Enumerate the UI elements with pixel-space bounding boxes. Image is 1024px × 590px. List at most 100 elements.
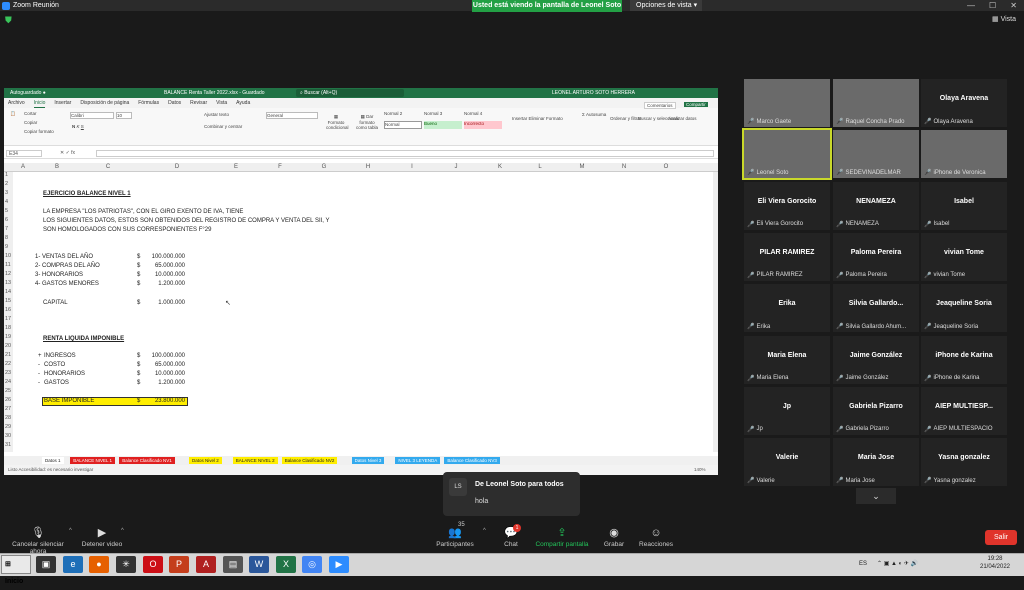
cell-item-value[interactable]: 1.200.000 (143, 380, 185, 386)
gallery-view-button[interactable]: ▦ Vista (992, 14, 1020, 26)
cell-item-label[interactable]: HONORARIOS (44, 371, 85, 377)
cell-item-label[interactable]: COSTO (44, 362, 65, 368)
row-header[interactable]: 9 (5, 244, 8, 250)
ribbon-tab[interactable]: Inicio (33, 98, 46, 108)
file-explorer-icon[interactable]: ▤ (223, 556, 243, 573)
cell-item-currency[interactable]: $ (137, 353, 140, 359)
cell-item-label[interactable]: 1- VENTAS DEL AÑO (35, 254, 93, 260)
participant-tile[interactable]: 🎤 Marco Gaete (744, 79, 830, 127)
style-normal3[interactable]: Normal 3 (424, 111, 462, 119)
bold-button[interactable]: N K S (72, 124, 84, 129)
cell-item-value[interactable]: 10.000.000 (143, 371, 185, 377)
row-header[interactable]: 30 (5, 433, 11, 439)
cell-item-value[interactable]: 100.000.000 (143, 254, 185, 260)
row-header[interactable]: 26 (5, 397, 11, 403)
cell-item-currency[interactable]: $ (137, 380, 140, 386)
column-header[interactable]: D (160, 164, 194, 170)
cell-renta-title[interactable]: RENTA LIQUIDA IMPONIBLE (43, 336, 124, 342)
leave-meeting-button[interactable]: Salir (985, 530, 1017, 545)
ribbon-tab[interactable]: Archivo (8, 98, 25, 108)
zoom-taskbar-icon[interactable]: ▶ (329, 556, 349, 573)
row-header[interactable]: 19 (5, 334, 11, 340)
style-bueno[interactable]: Bueno (424, 121, 462, 129)
style-normal[interactable]: Normal (384, 121, 422, 129)
column-header[interactable]: J (436, 164, 476, 170)
spreadsheet-grid[interactable]: EJERCICIO BALANCE NIVEL 1 LA EMPRESA "LO… (13, 172, 713, 452)
participant-tile[interactable]: Yasna gonzalez 🎤 Yasna gonzalez (921, 438, 1007, 487)
cell-item-currency[interactable]: $ (137, 272, 140, 278)
row-header[interactable]: 7 (5, 226, 8, 232)
sheet-tab[interactable]: Balance Clasificado NV2 (281, 457, 338, 464)
style-normal4[interactable]: Normal 4 (464, 111, 502, 119)
participant-tile[interactable]: Silvia Gallardo... 🎤 Silvia Gallardo Ahum.… (833, 284, 919, 333)
row-header[interactable]: 31 (5, 442, 11, 448)
cell-capital-value[interactable]: 1.000.000 (149, 300, 185, 306)
ribbon-tab[interactable]: Datos (168, 98, 181, 108)
cell-item-currency[interactable]: $ (137, 362, 140, 368)
participant-tile[interactable]: 🎤 Raquel Concha Prado (833, 79, 919, 127)
participant-tile[interactable]: Maria Jose 🎤 Maria Jose (833, 438, 919, 487)
participant-tile[interactable]: Maria Elena 🎤 Maria Elena (744, 335, 830, 384)
minimize-icon[interactable]: — (967, 0, 975, 11)
sheet-tab[interactable]: Balance Clasificado NV3 (444, 457, 500, 464)
format-as-table-button[interactable]: ▦ Dar formato como tabla (354, 114, 380, 130)
cell-sign[interactable]: - (38, 362, 40, 368)
ribbon-tab[interactable]: Insertar (54, 98, 71, 108)
column-header[interactable]: M (562, 164, 602, 170)
formula-input[interactable] (96, 150, 714, 157)
merge-center-button[interactable]: Combinar y centrar (204, 124, 242, 129)
row-header[interactable]: 21 (5, 352, 11, 358)
column-header[interactable]: L (520, 164, 560, 170)
start-button[interactable]: ⊞ Inicio (1, 555, 31, 585)
sheet-tab[interactable]: Datos Nivel 3 (351, 457, 385, 464)
participants-button[interactable]: 👥 Participantes (434, 526, 476, 548)
column-header[interactable]: I (392, 164, 432, 170)
row-header[interactable]: 6 (5, 217, 8, 223)
row-header[interactable]: 16 (5, 307, 11, 313)
column-header[interactable]: K (480, 164, 520, 170)
cut-button[interactable]: Cortar (24, 111, 37, 116)
internet-explorer-icon[interactable]: e (63, 556, 83, 573)
chrome-icon[interactable]: ◎ (302, 556, 322, 573)
cell-item-value[interactable]: 10.000.000 (143, 272, 185, 278)
cell-base-value[interactable]: 23.800.000 (149, 398, 185, 404)
participant-tile[interactable]: 🎤 SEDEVINADELMAR (833, 130, 919, 179)
mute-button[interactable]: 🎙 Cancelar silenciar ahora (4, 526, 72, 555)
cell-text-r5[interactable]: LA EMPRESA "LOS PATRIOTAS", CON EL GIRO … (43, 209, 243, 215)
row-header[interactable]: 25 (5, 388, 11, 394)
vertical-scrollbar[interactable] (713, 172, 718, 452)
cell-sign[interactable]: + (38, 353, 42, 359)
word-icon[interactable]: W (249, 556, 269, 573)
analyze-data-button[interactable]: Analizar datos (668, 116, 697, 121)
ribbon-tab[interactable]: Vista (216, 98, 227, 108)
cell-capital-label[interactable]: CAPITAL (43, 300, 68, 306)
participant-tile[interactable]: NENAMEZA 🎤 NENAMEZA (833, 181, 919, 230)
excel-icon[interactable]: X (276, 556, 296, 573)
style-incorrecto[interactable]: Incorrecto (464, 121, 502, 129)
conditional-format-button[interactable]: ▦ Formato condicional (326, 114, 349, 130)
row-header[interactable]: 24 (5, 379, 11, 385)
share-screen-button[interactable]: ⇪ Compartir pantalla (532, 526, 592, 548)
cell-capital-currency[interactable]: $ (137, 300, 140, 306)
autosave-toggle[interactable]: Autoguardado ● (10, 88, 46, 98)
row-header[interactable]: 2 (5, 181, 8, 187)
comments-button[interactable]: Comentarios (644, 102, 676, 109)
row-header[interactable]: 17 (5, 316, 11, 322)
row-header[interactable]: 20 (5, 343, 11, 349)
sheet-tab[interactable]: Datos Nivel 2 (189, 457, 222, 464)
close-icon[interactable]: ✕ (1010, 0, 1017, 11)
participant-tile[interactable]: Erika 🎤 Erika (744, 284, 830, 333)
cell-item-currency[interactable]: $ (137, 254, 140, 260)
cell-item-value[interactable]: 65.000.000 (143, 263, 185, 269)
cell-item-value[interactable]: 65.000.000 (143, 362, 185, 368)
share-button[interactable]: Compartir (684, 102, 708, 107)
row-header[interactable]: 11 (5, 262, 11, 268)
cell-item-value[interactable]: 100.000.000 (143, 353, 185, 359)
row-header[interactable]: 4 (5, 199, 8, 205)
participant-tile[interactable]: Eli Viera Gorocito 🎤 Eli Viera Gorocito (744, 181, 830, 230)
participant-tile[interactable]: 🎤 Leonel Soto (742, 128, 832, 181)
row-header[interactable]: 5 (5, 208, 8, 214)
participant-tile[interactable]: Isabel 🎤 Isabel (921, 181, 1007, 230)
style-normal2[interactable]: Normal 2 (384, 111, 422, 119)
row-header[interactable]: 12 (5, 271, 11, 277)
